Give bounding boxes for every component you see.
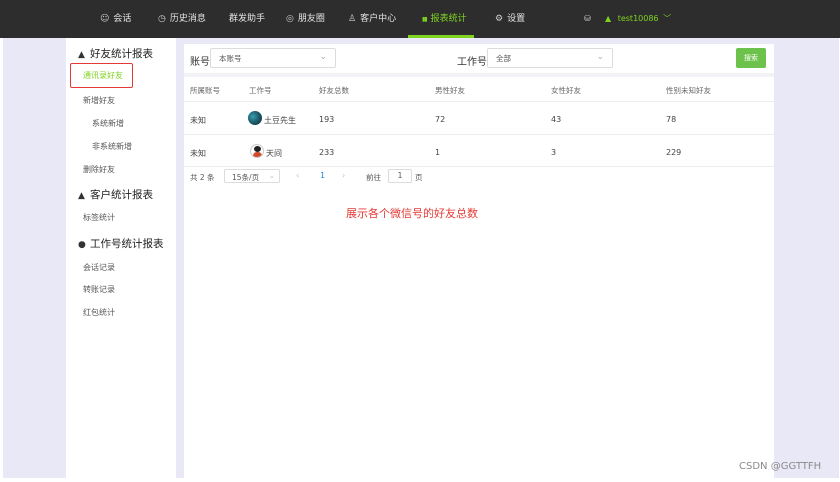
sidebar-group-customer-report[interactable]: ▲ 客户统计报表 [78, 187, 153, 202]
filter-divider [184, 73, 774, 77]
wechat-icon: ● [78, 240, 86, 250]
worknum-label: 工作号 [457, 57, 487, 68]
main-panel: 账号 本账号 ⌄ 工作号 全部 ⌄ 搜索 所属账号 工作号 好友总数 男性好友 … [184, 44, 774, 478]
nav-settings[interactable]: ⚙ 设置 [495, 0, 525, 38]
sidebar-item-transfer-records[interactable]: 转账记录 [83, 284, 115, 295]
column-header-female: 女性好友 [551, 86, 581, 95]
annotation-text: 展示各个微信号的好友总数 [346, 207, 478, 220]
watermark: CSDN @GGTTFH [739, 461, 822, 472]
goto-page-input[interactable]: 1 [388, 169, 412, 183]
highlight-annotation-box [70, 63, 133, 88]
worknum-select[interactable]: 全部 ⌄ [487, 48, 613, 68]
nav-moments[interactable]: ◎ 朋友圈 [286, 0, 325, 38]
top-nav: ☺ 会话 ◷ 历史消息 群发助手 ◎ 朋友圈 ♙ 客户中心 ▮▮ 报表统计 ⚙ 设置 ⛁ ▲… [0, 0, 840, 38]
chevron-down-icon: ⌄ [596, 52, 604, 62]
prev-page-button[interactable]: ‹ [296, 171, 299, 180]
sidebar-item-red-packet-stats[interactable]: 红包统计 [83, 307, 115, 318]
sidebar-group-friend-report[interactable]: ▲ 好友统计报表 [78, 46, 153, 61]
account-select[interactable]: 本账号 ⌄ [210, 48, 336, 68]
next-page-button[interactable]: › [342, 171, 345, 180]
column-header-male: 男性好友 [435, 86, 465, 95]
sidebar-item-deleted-friends[interactable]: 删除好友 [83, 164, 115, 175]
clock-icon: ◷ [158, 14, 166, 24]
user-menu[interactable]: ▲ test10086 ﹀ [605, 0, 671, 38]
pager-total: 共 2 条 [190, 173, 215, 182]
nav-reports[interactable]: ▮▮ 报表统计 [422, 0, 467, 38]
column-header-worknum: 工作号 [249, 86, 272, 95]
bar-chart-icon: ▮▮ [422, 16, 428, 23]
chevron-down-icon: ⌄ [319, 52, 327, 62]
page-size-select[interactable]: 15条/页 ⌄ [224, 169, 280, 183]
search-button[interactable]: 搜索 [736, 48, 766, 68]
sidebar-item-tag-stats[interactable]: 标签统计 [83, 212, 115, 223]
sidebar-group-worknum-report[interactable]: ● 工作号统计报表 [78, 236, 164, 251]
goto-label: 前往 [366, 173, 381, 182]
person-icon: ▲ [78, 50, 85, 60]
sidebar-item-system-added[interactable]: 系统新增 [92, 118, 124, 129]
column-header-account: 所属账号 [190, 86, 220, 95]
page-number-current[interactable]: 1 [320, 171, 325, 180]
nav-history[interactable]: ◷ 历史消息 [158, 0, 206, 38]
gear-icon: ⚙ [495, 14, 504, 24]
column-header-unknown: 性别未知好友 [666, 86, 711, 95]
account-label: 账号 [190, 57, 210, 68]
chat-bubble-icon: ☺ [100, 14, 110, 24]
chevron-down-icon: ⌄ [268, 171, 275, 180]
column-header-total: 好友总数 [319, 86, 349, 95]
avatar [248, 111, 262, 125]
nav-broadcast[interactable]: 群发助手 [229, 0, 265, 38]
nav-customer-center[interactable]: ♙ 客户中心 [348, 0, 396, 38]
sidebar-item-non-system-added[interactable]: 非系统新增 [92, 141, 132, 152]
page-unit-label: 页 [415, 173, 423, 182]
moments-icon: ◎ [286, 14, 294, 24]
sidebar-item-chat-records[interactable]: 会话记录 [83, 262, 115, 273]
database-icon[interactable]: ⛁ [584, 0, 591, 38]
chevron-down-icon: ﹀ [663, 14, 672, 23]
sidebar-item-new-friends[interactable]: 新增好友 [83, 95, 115, 106]
user-name: test10086 [617, 14, 659, 23]
user-icon: ▲ [605, 14, 612, 23]
nav-chat[interactable]: ☺ 会话 [100, 0, 131, 38]
person-icon: ▲ [78, 191, 85, 201]
avatar [250, 144, 264, 158]
person-icon: ♙ [348, 14, 357, 24]
sidebar: ▲ 好友统计报表 通讯录好友 新增好友 系统新增 非系统新增 删除好友 ▲ 客户统计… [66, 38, 176, 478]
